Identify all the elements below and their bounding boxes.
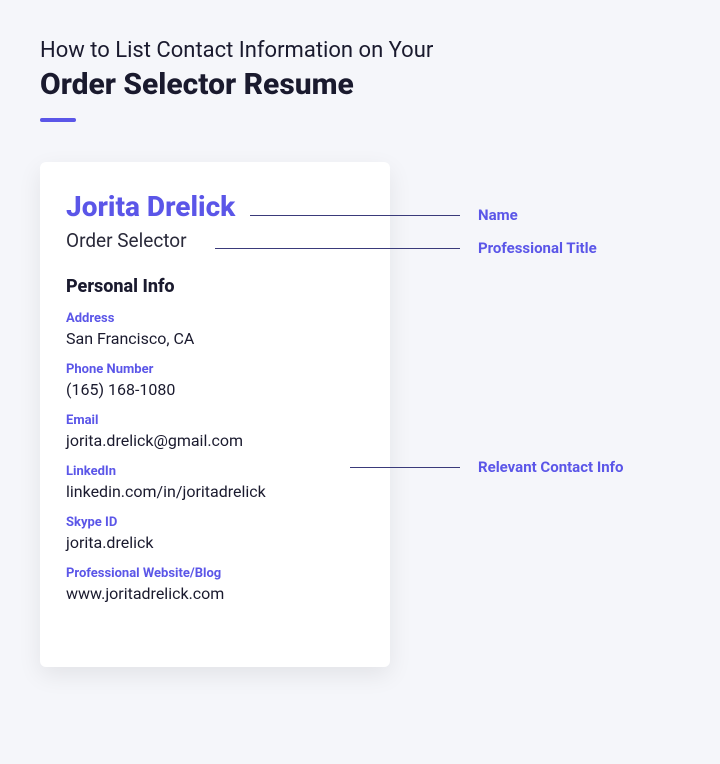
field-website-label: Professional Website/Blog: [66, 566, 364, 581]
field-linkedin: LinkedIn linkedin.com/in/joritadrelick: [66, 464, 364, 501]
annotation-title-label: Professional Title: [478, 239, 597, 257]
field-skype-value: jorita.drelick: [66, 533, 364, 552]
heading-line2: Order Selector Resume: [40, 67, 680, 102]
field-address: Address San Francisco, CA: [66, 311, 364, 348]
annotation-title: Professional Title: [215, 239, 597, 257]
field-phone-label: Phone Number: [66, 362, 364, 377]
annotation-line: [350, 467, 460, 468]
field-email-label: Email: [66, 413, 364, 428]
field-address-value: San Francisco, CA: [66, 329, 364, 348]
field-linkedin-value: linkedin.com/in/joritadrelick: [66, 482, 364, 501]
field-phone-value: (165) 168-1080: [66, 380, 364, 399]
annotation-line: [250, 215, 460, 216]
heading-underline: [40, 118, 76, 122]
page-heading: How to List Contact Information on Your …: [0, 0, 720, 122]
heading-line1: How to List Contact Information on Your: [40, 38, 680, 63]
field-linkedin-label: LinkedIn: [66, 464, 364, 479]
field-email-value: jorita.drelick@gmail.com: [66, 431, 364, 450]
section-title: Personal Info: [66, 276, 364, 297]
annotation-contact-label: Relevant Contact Info: [478, 458, 623, 476]
content-area: Jorita Drelick Order Selector Personal I…: [0, 162, 720, 667]
field-website-value: www.joritadrelick.com: [66, 584, 364, 603]
field-address-label: Address: [66, 311, 364, 326]
annotation-name-label: Name: [478, 206, 518, 224]
resume-card: Jorita Drelick Order Selector Personal I…: [40, 162, 390, 667]
annotation-name: Name: [250, 206, 518, 224]
annotation-line: [215, 248, 460, 249]
field-website: Professional Website/Blog www.joritadrel…: [66, 566, 364, 603]
field-email: Email jorita.drelick@gmail.com: [66, 413, 364, 450]
field-skype: Skype ID jorita.drelick: [66, 515, 364, 552]
annotation-contact: Relevant Contact Info: [350, 458, 623, 476]
field-phone: Phone Number (165) 168-1080: [66, 362, 364, 399]
field-skype-label: Skype ID: [66, 515, 364, 530]
